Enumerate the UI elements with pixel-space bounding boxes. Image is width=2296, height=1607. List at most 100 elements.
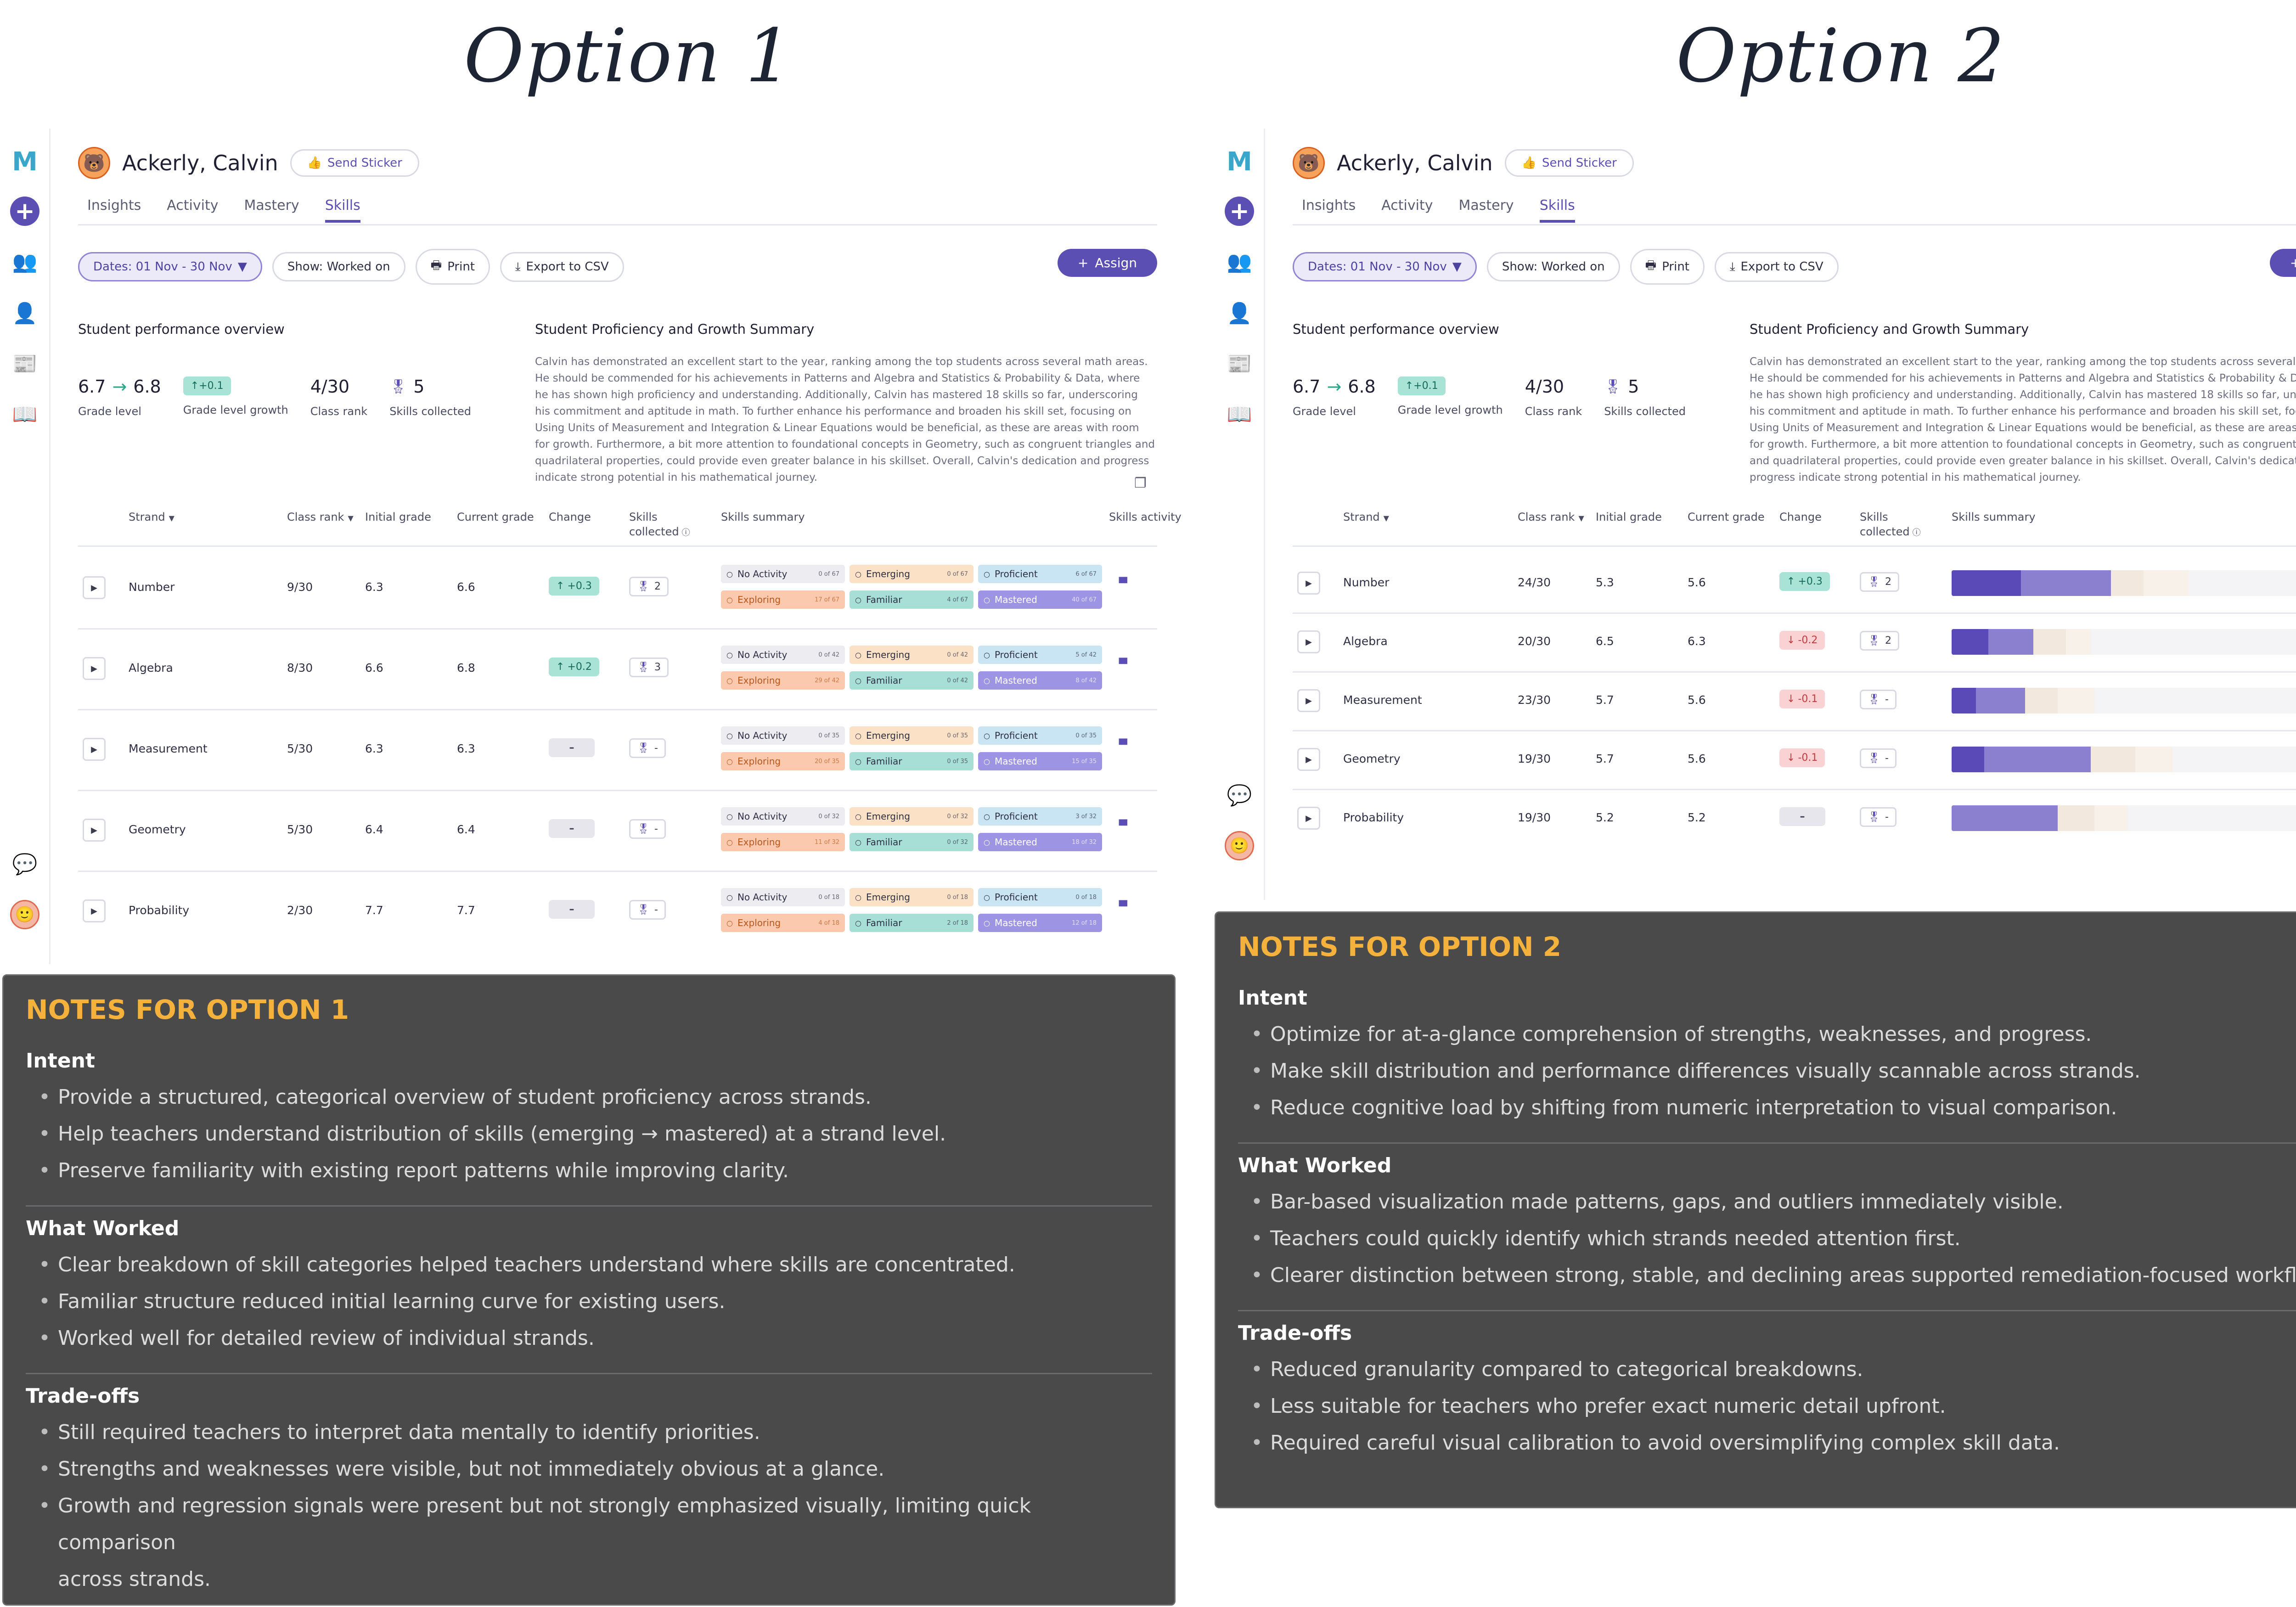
skill-chip-em[interactable]: ○ Emerging 0 of 42	[850, 646, 974, 664]
header-strand[interactable]: Strand ▼	[129, 510, 207, 526]
skill-chip-fa[interactable]: ○ Familiar 0 of 32	[850, 833, 974, 851]
report-icon[interactable]: 📰	[1225, 349, 1254, 378]
chevron-down-icon: ▼	[1452, 260, 1462, 274]
expand-row-button[interactable]: ▶	[83, 576, 106, 599]
expand-row-button[interactable]: ▶	[1297, 748, 1320, 771]
skill-chip-fa[interactable]: ○ Familiar 4 of 67	[850, 590, 974, 609]
expand-row-button[interactable]: ▶	[1297, 807, 1320, 830]
sort-caret-icon: ▼	[169, 514, 174, 523]
skill-chip-em[interactable]: ○ Emerging 0 of 67	[850, 565, 974, 583]
send-sticker-button[interactable]: 👍 Send Sticker	[290, 149, 419, 177]
tab-skills[interactable]: Skills	[325, 197, 360, 223]
skill-chip-em[interactable]: ○ Emerging 0 of 18	[850, 888, 974, 906]
show-filter-dropdown[interactable]: Show: Worked on	[272, 252, 405, 281]
expand-row-button[interactable]: ▶	[1297, 630, 1320, 653]
skill-chip-na[interactable]: ○ No Activity 0 of 18	[721, 888, 845, 906]
tab-activity[interactable]: Activity	[167, 197, 218, 223]
skill-chip-ex[interactable]: ○ Exploring 20 of 35	[721, 752, 845, 770]
group-icon[interactable]: 👥	[10, 247, 39, 276]
print-button[interactable]: 🖶 Print	[1630, 249, 1705, 285]
skill-chip-pr[interactable]: ○ Proficient 3 of 32	[978, 807, 1102, 826]
group-icon[interactable]: 👥	[1225, 247, 1254, 276]
expand-row-button[interactable]: ▶	[83, 738, 106, 761]
tab-activity[interactable]: Activity	[1381, 197, 1433, 223]
skills-summary-bar[interactable]	[1952, 805, 2296, 831]
tab-skills[interactable]: Skills	[1539, 197, 1575, 223]
skills-summary-bar[interactable]	[1952, 747, 2296, 772]
person-icon[interactable]: 👤	[10, 298, 39, 328]
bar-segment	[1984, 747, 2091, 772]
plus-icon[interactable]: +	[10, 197, 39, 226]
skill-chip-ma[interactable]: ○ Mastered 15 of 35	[978, 752, 1102, 770]
skill-chip-ma[interactable]: ○ Mastered 8 of 42	[978, 671, 1102, 690]
tab-insights[interactable]: Insights	[1302, 197, 1356, 223]
sort-caret-icon: ▼	[1578, 514, 1584, 523]
header-class-rank[interactable]: Class rank ▼	[1518, 510, 1596, 526]
header-strand[interactable]: Strand ▼	[1343, 510, 1421, 526]
skill-chip-na[interactable]: ○ No Activity 0 of 32	[721, 807, 845, 826]
send-sticker-button[interactable]: 👍 Send Sticker	[1504, 149, 1634, 177]
expand-row-button[interactable]: ▶	[83, 819, 106, 842]
user-avatar[interactable]: 🙂	[10, 900, 39, 929]
skill-chip-ma[interactable]: ○ Mastered 18 of 32	[978, 833, 1102, 851]
tab-insights[interactable]: Insights	[87, 197, 141, 223]
arrow-up-icon: ↑	[190, 380, 199, 392]
tab-mastery[interactable]: Mastery	[1458, 197, 1514, 223]
skill-chip-pr[interactable]: ○ Proficient 0 of 18	[978, 888, 1102, 906]
date-filter-dropdown[interactable]: Dates: 01 Nov - 30 Nov ▼	[78, 252, 262, 281]
skill-chip-na[interactable]: ○ No Activity 0 of 67	[721, 565, 845, 583]
notes-item: Clearer distinction between strong, stab…	[1238, 1257, 2296, 1294]
skill-chip-em[interactable]: ○ Emerging 0 of 35	[850, 726, 974, 745]
tab-mastery[interactable]: Mastery	[244, 197, 299, 223]
assign-button[interactable]: +Assign	[1057, 249, 1157, 277]
skill-chip-na[interactable]: ○ No Activity 0 of 42	[721, 646, 845, 664]
skill-chip-fa[interactable]: ○ Familiar 0 of 42	[850, 671, 974, 690]
expand-row-button[interactable]: ▶	[1297, 572, 1320, 595]
expand-row-button[interactable]: ▶	[83, 899, 106, 922]
skills-summary-bar[interactable]	[1952, 629, 2296, 655]
export-csv-button[interactable]: ⤓ Export to CSV	[1715, 252, 1839, 282]
copy-icon[interactable]: ❐	[1134, 475, 1147, 491]
user-avatar[interactable]: 🙂	[1225, 831, 1254, 860]
assign-button[interactable]: +Assign	[2269, 249, 2296, 277]
bar-chart-icon[interactable]: ▮▮▮	[1118, 817, 1128, 827]
skills-summary-bar[interactable]	[1952, 570, 2296, 596]
logo-icon[interactable]: M	[10, 147, 39, 177]
chat-icon[interactable]: 💬	[10, 849, 39, 879]
bar-chart-icon[interactable]: ▮▮▮	[1118, 898, 1128, 908]
print-button[interactable]: 🖶 Print	[415, 249, 490, 285]
show-filter-dropdown[interactable]: Show: Worked on	[1486, 252, 1620, 281]
skill-chip-fa[interactable]: ○ Familiar 0 of 35	[850, 752, 974, 770]
book-icon[interactable]: 📖	[1225, 399, 1254, 429]
skill-chip-ma[interactable]: ○ Mastered 40 of 67	[978, 590, 1102, 609]
info-icon: ⓘ	[681, 528, 690, 538]
bar-chart-icon[interactable]: ▮▮▮	[1118, 736, 1128, 746]
skill-chip-fa[interactable]: ○ Familiar 2 of 18	[850, 914, 974, 932]
date-filter-dropdown[interactable]: Dates: 01 Nov - 30 Nov ▼	[1293, 252, 1477, 281]
chat-icon[interactable]: 💬	[1225, 781, 1254, 810]
skills-summary-bar[interactable]	[1952, 688, 2296, 714]
skill-chip-ex[interactable]: ○ Exploring 11 of 32	[721, 833, 845, 851]
skill-chip-ex[interactable]: ○ Exploring 4 of 18	[721, 914, 845, 932]
skill-chip-na[interactable]: ○ No Activity 0 of 35	[721, 726, 845, 745]
export-csv-button[interactable]: ⤓ Export to CSV	[500, 252, 624, 282]
skill-chip-em[interactable]: ○ Emerging 0 of 32	[850, 807, 974, 826]
expand-row-button[interactable]: ▶	[1297, 689, 1320, 712]
person-icon[interactable]: 👤	[1225, 298, 1254, 328]
skill-chip-ma[interactable]: ○ Mastered 12 of 18	[978, 914, 1102, 932]
bar-chart-icon[interactable]: ▮▮▮	[1118, 575, 1128, 584]
skill-chip-pr[interactable]: ○ Proficient 0 of 35	[978, 726, 1102, 745]
skill-chip-ex[interactable]: ○ Exploring 17 of 67	[721, 590, 845, 609]
skill-chip-ex[interactable]: ○ Exploring 29 of 42	[721, 671, 845, 690]
report-icon[interactable]: 📰	[10, 349, 39, 378]
skill-chip-pr[interactable]: ○ Proficient 5 of 42	[978, 646, 1102, 664]
skill-chip-pr[interactable]: ○ Proficient 6 of 67	[978, 565, 1102, 583]
expand-row-button[interactable]: ▶	[83, 657, 106, 680]
book-icon[interactable]: 📖	[10, 399, 39, 429]
plus-icon[interactable]: +	[1225, 197, 1254, 226]
bar-chart-icon[interactable]: ▮▮▮	[1118, 656, 1128, 665]
logo-icon[interactable]: M	[1225, 147, 1254, 177]
header-class-rank[interactable]: Class rank ▼	[287, 510, 365, 526]
change-badge: –	[549, 819, 595, 838]
growth-value: +0.1	[199, 380, 224, 392]
